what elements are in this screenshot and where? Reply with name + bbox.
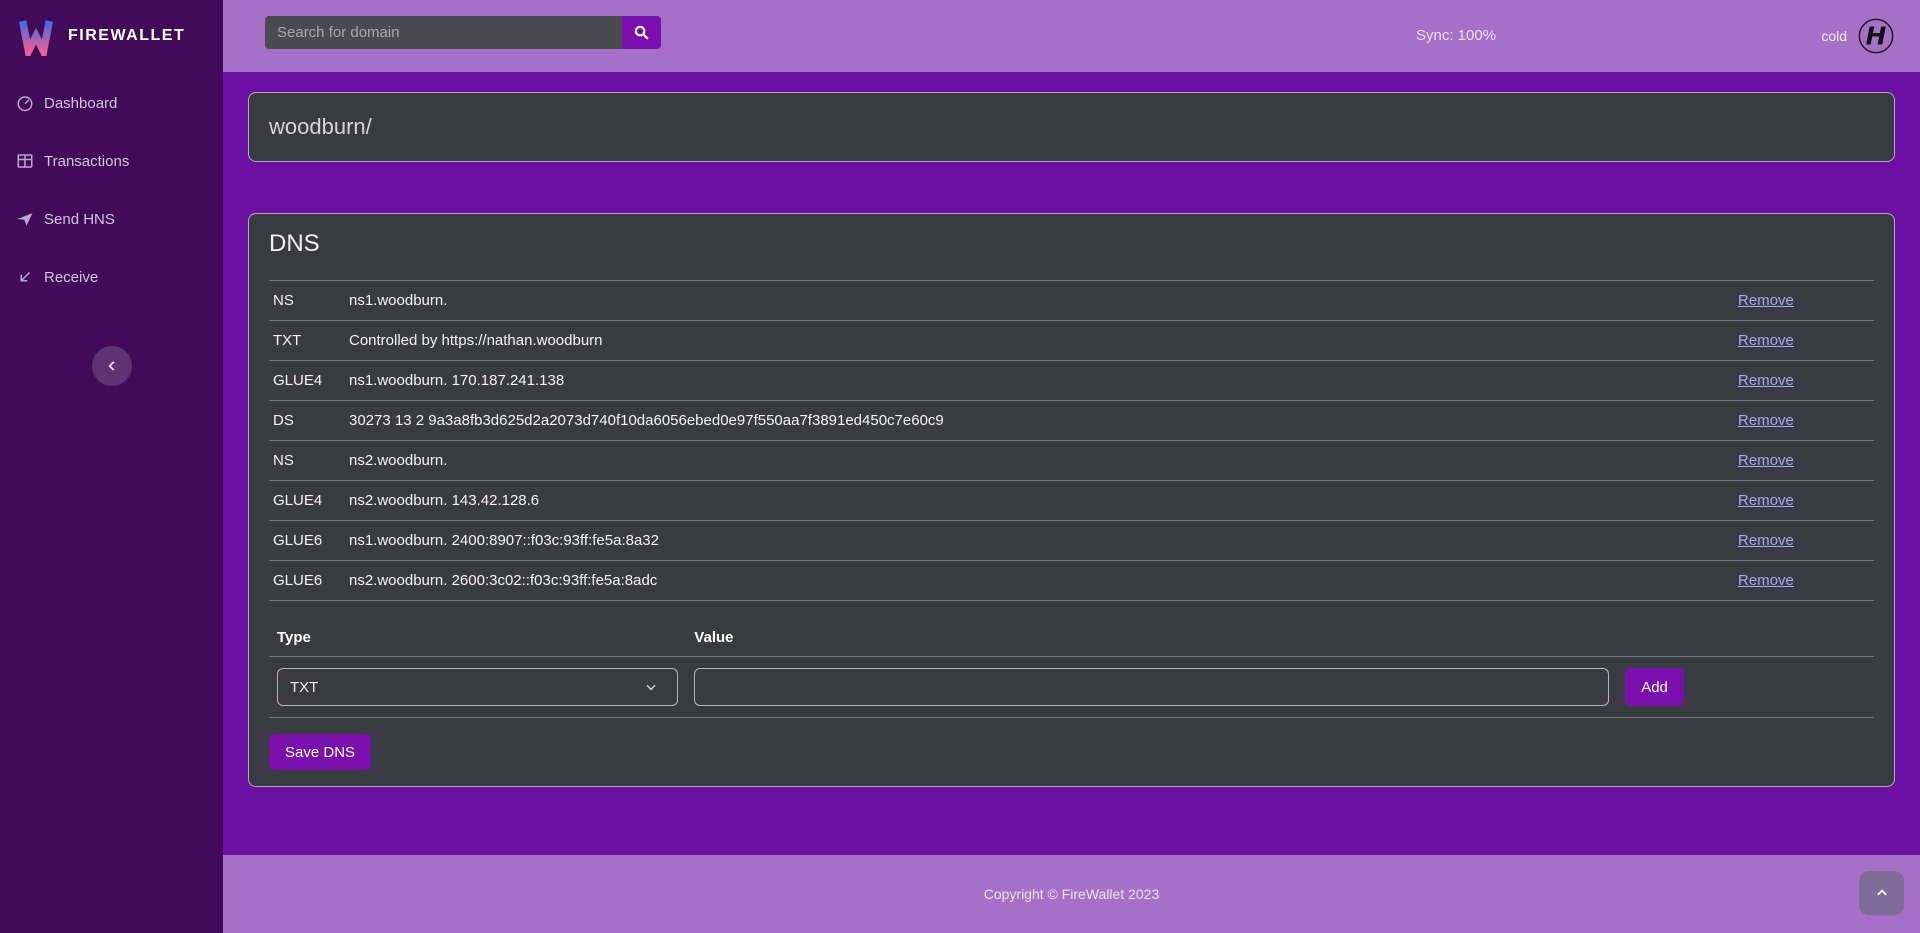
add-record-form: Type Value TXT: [269, 619, 1874, 718]
table-row: NS ns1.woodburn. Remove: [269, 281, 1874, 321]
remove-link[interactable]: Remove: [1738, 532, 1794, 549]
remove-link[interactable]: Remove: [1738, 452, 1794, 469]
dns-card-title: DNS: [269, 230, 1874, 258]
sidebar-item-dashboard[interactable]: Dashboard: [0, 86, 223, 120]
brand-name: FIREWALLET: [68, 27, 185, 45]
type-column-header: Type: [269, 619, 686, 657]
dns-card: DNS NS ns1.woodburn. Remove TXT Controll…: [248, 213, 1895, 787]
content-column: Sync: 100% cold H woodburn/ DNS NS ns1.w: [223, 0, 1920, 933]
top-header: Sync: 100% cold H: [223, 0, 1920, 72]
search-button[interactable]: [622, 16, 661, 49]
dashboard-gauge-icon: [16, 94, 34, 112]
wallet-name-label: cold: [1821, 28, 1847, 44]
transactions-table-icon: [16, 152, 34, 170]
sidebar-nav: Dashboard Transactions Send HNS: [0, 86, 223, 318]
copyright-text: Copyright © FireWallet 2023: [984, 886, 1160, 902]
sidebar-item-receive[interactable]: Receive: [0, 260, 223, 294]
table-row: TXT Controlled by https://nathan.woodbur…: [269, 321, 1874, 361]
sidebar-item-label: Send HNS: [44, 211, 115, 228]
sidebar-item-send-hns[interactable]: Send HNS: [0, 202, 223, 236]
table-row: GLUE6 ns2.woodburn. 2600:3c02::f03c:93ff…: [269, 561, 1874, 601]
record-value: ns1.woodburn. 170.187.241.138: [345, 361, 1734, 401]
sync-status: Sync: 100%: [1416, 0, 1496, 72]
search-input[interactable]: [265, 16, 622, 49]
remove-link[interactable]: Remove: [1738, 332, 1794, 349]
record-type: DS: [269, 401, 345, 441]
remove-link[interactable]: Remove: [1738, 292, 1794, 309]
table-row: NS ns2.woodburn. Remove: [269, 441, 1874, 481]
remove-link[interactable]: Remove: [1738, 372, 1794, 389]
wallet-area: cold H: [1821, 0, 1895, 72]
brand[interactable]: FIREWALLET: [0, 0, 223, 72]
table-row: DS 30273 13 2 9a3a8fb3d625d2a2073d740f10…: [269, 401, 1874, 441]
record-type: GLUE4: [269, 481, 345, 521]
record-value: Controlled by https://nathan.woodburn: [345, 321, 1734, 361]
record-type: GLUE6: [269, 521, 345, 561]
record-value: ns2.woodburn. 143.42.128.6: [345, 481, 1734, 521]
record-value-input[interactable]: [694, 668, 1609, 706]
sidebar: FIREWALLET Dashboard Transactions: [0, 0, 223, 933]
table-row: GLUE4 ns1.woodburn. 170.187.241.138 Remo…: [269, 361, 1874, 401]
record-value: ns1.woodburn. 2400:8907::f03c:93ff:fe5a:…: [345, 521, 1734, 561]
record-type-select[interactable]: TXT: [277, 668, 678, 706]
value-column-header: Value: [686, 619, 1617, 657]
record-type: NS: [269, 281, 345, 321]
scroll-to-top-button[interactable]: [1859, 871, 1904, 915]
dns-records-table: NS ns1.woodburn. Remove TXT Controlled b…: [269, 280, 1874, 601]
record-type: NS: [269, 441, 345, 481]
record-type: TXT: [269, 321, 345, 361]
domain-search: [265, 16, 661, 49]
svg-text:H: H: [1866, 22, 1887, 51]
domain-name: woodburn/: [269, 114, 372, 140]
sidebar-collapse-button[interactable]: [92, 346, 132, 386]
firewallet-w-logo-icon: [16, 16, 56, 56]
chevron-left-icon: [105, 359, 119, 373]
search-icon: [633, 24, 650, 41]
remove-link[interactable]: Remove: [1738, 412, 1794, 429]
table-row: GLUE6 ns1.woodburn. 2400:8907::f03c:93ff…: [269, 521, 1874, 561]
record-type: GLUE6: [269, 561, 345, 601]
main-content: woodburn/ DNS NS ns1.woodburn. Remove TX…: [223, 72, 1920, 855]
record-value: ns1.woodburn.: [345, 281, 1734, 321]
table-row: GLUE4 ns2.woodburn. 143.42.128.6 Remove: [269, 481, 1874, 521]
record-type: GLUE4: [269, 361, 345, 401]
record-value: 30273 13 2 9a3a8fb3d625d2a2073d740f10da6…: [345, 401, 1734, 441]
record-value: ns2.woodburn.: [345, 441, 1734, 481]
sidebar-item-label: Transactions: [44, 153, 129, 170]
sidebar-item-label: Dashboard: [44, 95, 117, 112]
save-dns-button[interactable]: Save DNS: [269, 734, 371, 770]
send-plane-icon: [16, 210, 34, 228]
chevron-up-icon: [1875, 886, 1889, 900]
handshake-hns-logo-icon[interactable]: H: [1857, 17, 1895, 55]
record-value: ns2.woodburn. 2600:3c02::f03c:93ff:fe5a:…: [345, 561, 1734, 601]
sidebar-item-transactions[interactable]: Transactions: [0, 144, 223, 178]
page-footer: Copyright © FireWallet 2023: [223, 855, 1920, 933]
remove-link[interactable]: Remove: [1738, 492, 1794, 509]
sidebar-item-label: Receive: [44, 269, 98, 286]
receive-arrow-icon: [16, 268, 34, 286]
domain-title-card: woodburn/: [248, 92, 1895, 162]
remove-link[interactable]: Remove: [1738, 572, 1794, 589]
add-record-button[interactable]: Add: [1625, 668, 1684, 706]
